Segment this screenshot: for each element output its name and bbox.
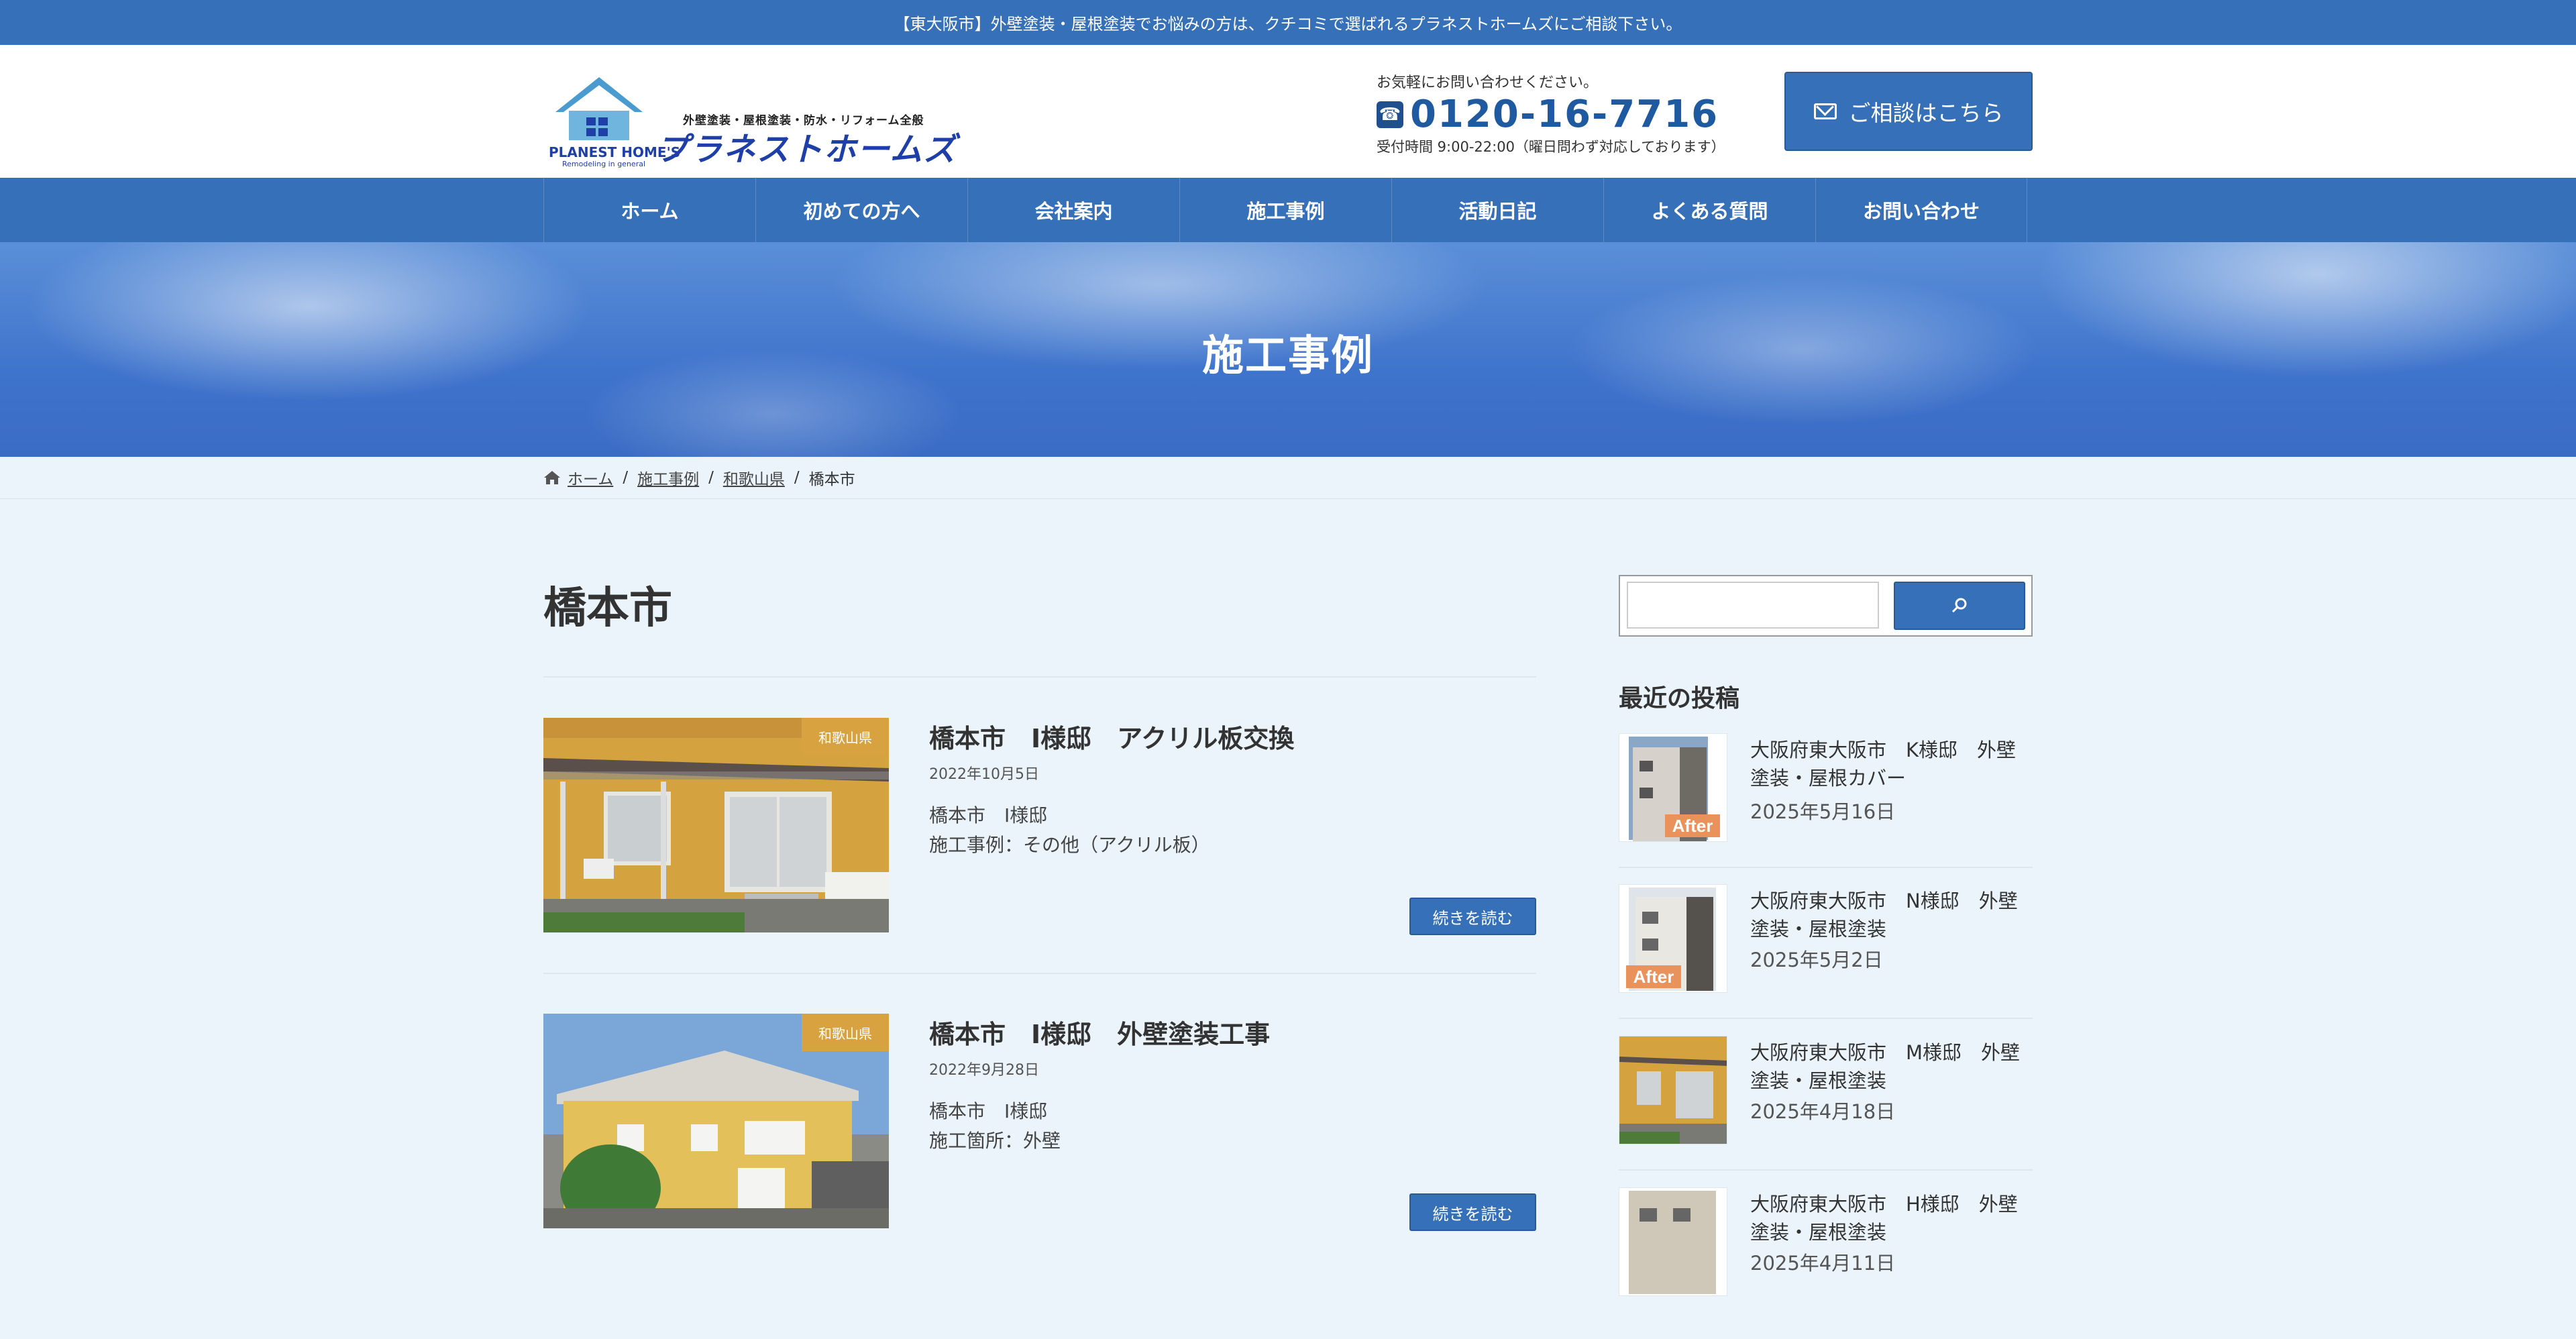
logo-tagline-en: Remodeling in general xyxy=(562,160,646,168)
nav-item-faq[interactable]: よくある質問 xyxy=(1603,178,1815,242)
breadcrumb-current: 橋本市 xyxy=(808,471,855,488)
divider xyxy=(1619,867,2033,868)
after-tag: After xyxy=(1626,965,1681,988)
post-date: 2022年10月5日 xyxy=(929,766,1039,783)
divider xyxy=(1619,1169,2033,1171)
contact-hours: 受付時間 9:00-22:00（曜日問わず対応しております） xyxy=(1377,139,1725,155)
post-card: 和歌山県 橋本市 I様邸 外壁塗装工事 2022年9月28日 橋本市 I様邸 施… xyxy=(543,1014,1536,1231)
hero-title: 施工事例 xyxy=(1201,331,1374,380)
post-title[interactable]: 橋本市 I様邸 外壁塗装工事 xyxy=(929,1014,1270,1051)
top-announcement-bar: 【東大阪市】外壁塗装・屋根塗装でお悩みの方は、クチコミで選ばれるプラネストホーム… xyxy=(0,0,2576,45)
divider xyxy=(1619,1018,2033,1019)
contact-lead: お気軽にお問い合わせください。 xyxy=(1377,74,1599,91)
consult-button-label: ご相談はこちら xyxy=(1848,100,2004,126)
recent-post-date: 2025年4月18日 xyxy=(1750,1100,1896,1123)
divider xyxy=(543,973,1536,974)
logo-name-en: PLANEST HOME'S xyxy=(549,144,681,160)
recent-post-item[interactable]: 大阪府東大阪市 H様邸 外壁塗装・屋根塗装 2025年4月11日 xyxy=(1619,1187,2033,1339)
house-logo-icon xyxy=(555,77,643,140)
home-icon xyxy=(544,471,560,484)
recent-post-item[interactable]: 大阪府東大阪市 M様邸 外壁塗装・屋根塗装 2025年4月18日 xyxy=(1619,1036,2033,1187)
breadcrumb-separator: / xyxy=(794,469,800,486)
recent-posts-heading: 最近の投稿 xyxy=(1619,685,1740,712)
nav-item-contact[interactable]: お問い合わせ xyxy=(1815,178,2027,242)
announcement-text: 【東大阪市】外壁塗装・屋根塗装でお悩みの方は、クチコミで選ばれるプラネストホーム… xyxy=(894,15,1682,34)
nav-item-diary[interactable]: 活動日記 xyxy=(1391,178,1603,242)
recent-post-item[interactable]: After 大阪府東大阪市 K様邸 外壁塗装・屋根カバー 2025年5月16日 xyxy=(1619,733,2033,885)
post-title[interactable]: 橋本市 I様邸 アクリル板交換 xyxy=(929,718,1294,755)
recent-post-thumbnail[interactable]: After xyxy=(1619,884,1727,993)
post-date: 2022年9月28日 xyxy=(929,1062,1039,1079)
category-badge[interactable]: 和歌山県 xyxy=(802,718,889,755)
after-tag: After xyxy=(1665,814,1720,837)
breadcrumb-home[interactable]: ホーム xyxy=(568,466,613,489)
site-header: 外壁塗装・屋根塗装・防水・リフォーム全般 プラネストホームズ PLANEST H… xyxy=(0,45,2576,178)
house-photo xyxy=(1619,1188,1727,1295)
page-title: 橋本市 xyxy=(543,584,672,633)
breadcrumb-separator: / xyxy=(708,469,714,486)
recent-post-item[interactable]: After 大阪府東大阪市 N様邸 外壁塗装・屋根塗装 2025年5月2日 xyxy=(1619,884,2033,1036)
recent-post-title[interactable]: 大阪府東大阪市 N様邸 外壁塗装・屋根塗装 xyxy=(1750,887,2033,943)
post-excerpt-line: 橋本市 I様邸 xyxy=(929,1100,1048,1122)
breadcrumb-wakayama[interactable]: 和歌山県 xyxy=(723,466,785,489)
phone-number[interactable]: 0120-16-7716 xyxy=(1410,95,1719,135)
read-more-button[interactable]: 続きを読む xyxy=(1409,898,1536,935)
recent-post-thumbnail[interactable] xyxy=(1619,1187,1727,1296)
page-hero: 施工事例 xyxy=(0,242,2576,457)
breadcrumb-separator: / xyxy=(623,469,629,486)
recent-post-thumbnail[interactable] xyxy=(1619,1036,1727,1144)
recent-post-date: 2025年5月2日 xyxy=(1750,949,1883,971)
global-nav: ホーム 初めての方へ 会社案内 施工事例 活動日記 よくある質問 お問い合わせ xyxy=(0,178,2576,242)
search-input[interactable] xyxy=(1627,582,1879,629)
breadcrumb-bar: ホーム / 施工事例 / 和歌山県 / 橋本市 xyxy=(0,457,2576,499)
consult-button[interactable]: ご相談はこちら xyxy=(1784,72,2033,151)
nav-item-home[interactable]: ホーム xyxy=(543,178,755,242)
read-more-button[interactable]: 続きを読む xyxy=(1409,1193,1536,1231)
contact-block: お気軽にお問い合わせください。 ☎ 0120-16-7716 受付時間 9:00… xyxy=(1377,70,1766,156)
divider xyxy=(543,676,1536,678)
mail-icon xyxy=(1813,103,1837,119)
post-thumbnail[interactable]: 和歌山県 xyxy=(543,1014,889,1228)
post-thumbnail[interactable]: 和歌山県 xyxy=(543,718,889,932)
logo-name: プラネストホームズ xyxy=(656,131,957,168)
site-logo[interactable]: 外壁塗装・屋根塗装・防水・リフォーム全般 プラネストホームズ PLANEST H… xyxy=(549,72,956,168)
recent-post-date: 2025年5月16日 xyxy=(1750,800,1896,823)
nav-item-first-time[interactable]: 初めての方へ xyxy=(755,178,967,242)
breadcrumb: ホーム / 施工事例 / 和歌山県 / 橋本市 xyxy=(543,466,855,489)
recent-post-date: 2025年4月11日 xyxy=(1750,1252,1896,1275)
search-button[interactable] xyxy=(1894,582,2025,630)
post-excerpt-line: 施工箇所：外壁 xyxy=(929,1130,1061,1152)
nav-item-company[interactable]: 会社案内 xyxy=(967,178,1179,242)
recent-post-title[interactable]: 大阪府東大阪市 M様邸 外壁塗装・屋根塗装 xyxy=(1750,1038,2033,1095)
post-excerpt-line: 橋本市 I様邸 xyxy=(929,804,1048,826)
breadcrumb-works[interactable]: 施工事例 xyxy=(637,466,699,489)
post-excerpt-line: 施工事例：その他（アクリル板） xyxy=(929,834,1210,856)
carport-photo xyxy=(1619,1036,1727,1144)
recent-post-title[interactable]: 大阪府東大阪市 K様邸 外壁塗装・屋根カバー xyxy=(1750,736,2033,792)
recent-post-title[interactable]: 大阪府東大阪市 H様邸 外壁塗装・屋根塗装 xyxy=(1750,1190,2033,1246)
category-badge[interactable]: 和歌山県 xyxy=(802,1014,889,1051)
recent-post-thumbnail[interactable]: After xyxy=(1619,733,1727,842)
nav-item-works[interactable]: 施工事例 xyxy=(1179,178,1391,242)
phone-icon: ☎ xyxy=(1377,101,1403,128)
search-widget xyxy=(1619,575,2033,637)
post-card: 和歌山県 橋本市 I様邸 アクリル板交換 2022年10月5日 橋本市 I様邸 … xyxy=(543,718,1536,935)
search-icon xyxy=(1951,598,1967,613)
